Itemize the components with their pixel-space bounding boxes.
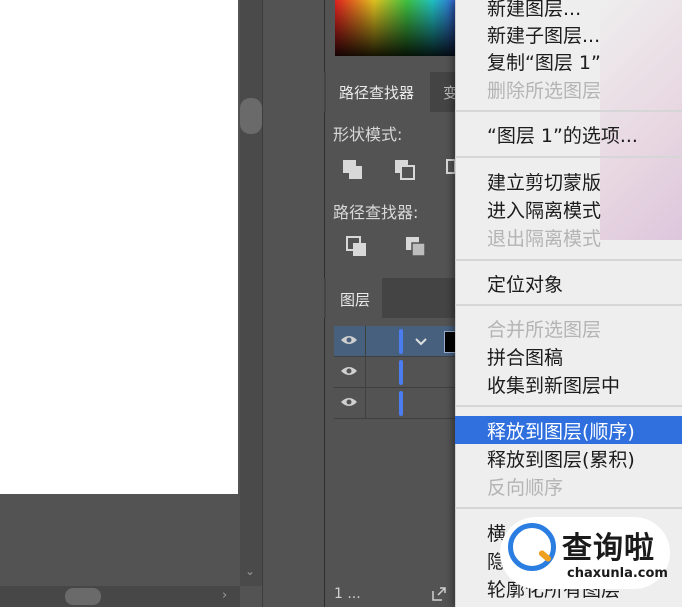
- pathfinders-label: 路径查找器:: [333, 203, 419, 222]
- horizontal-scrollbar-thumb[interactable]: [65, 588, 101, 605]
- menu-item-release-to-layers-sequence[interactable]: 释放到图层(顺序): [487, 417, 635, 444]
- menu-separator: [455, 507, 682, 509]
- menu-separator: [455, 110, 682, 112]
- layer-column-divider: [365, 357, 366, 387]
- divide-icon[interactable]: [345, 235, 369, 259]
- export-icon[interactable]: [430, 585, 448, 603]
- eye-icon[interactable]: [340, 396, 358, 408]
- watermark-url: chaxunla.com: [567, 566, 668, 581]
- watermark-logo-icon: [508, 523, 556, 571]
- chevron-down-icon[interactable]: [414, 334, 428, 348]
- scroll-down-arrow-icon[interactable]: ⌄: [245, 564, 255, 578]
- layer-color-bar: [399, 391, 403, 416]
- unite-icon[interactable]: [341, 158, 365, 182]
- menu-separator: [455, 405, 682, 407]
- menu-item-collect-in-new-layer[interactable]: 收集到新图层中: [487, 371, 620, 398]
- menu-item-reverse-order[interactable]: 反向顺序: [487, 473, 563, 500]
- vertical-scrollbar-thumb[interactable]: [240, 98, 262, 134]
- artboard[interactable]: [0, 0, 238, 494]
- menu-item-exit-isolation-mode[interactable]: 退出隔离模式: [487, 224, 601, 251]
- watermark-text: 查询啦: [562, 531, 655, 566]
- menu-separator: [455, 304, 682, 306]
- menu-item-new-layer[interactable]: 新建图层...: [487, 0, 581, 21]
- tab-layers-label[interactable]: 图层: [340, 289, 370, 310]
- vertical-scrollbar[interactable]: [240, 0, 262, 586]
- menu-item-make-clipping-mask[interactable]: 建立剪切蒙版: [487, 168, 601, 195]
- layer-color-bar: [399, 329, 403, 354]
- layer-color-bar: [399, 360, 403, 385]
- layer-column-divider: [365, 388, 366, 418]
- menu-item-release-to-layers-build[interactable]: 释放到图层(累积): [487, 445, 635, 472]
- eye-icon[interactable]: [340, 334, 358, 346]
- menu-item-new-sublayer[interactable]: 新建子图层...: [487, 21, 600, 48]
- layer-row[interactable]: [334, 326, 464, 357]
- menu-item-layer-options[interactable]: “图层 1”的选项...: [487, 121, 638, 148]
- menu-item-merge-selected[interactable]: 合并所选图层: [487, 315, 601, 342]
- menu-item-duplicate-layer[interactable]: 复制“图层 1”: [487, 48, 601, 75]
- trim-icon[interactable]: [404, 235, 428, 259]
- menu-separator: [455, 156, 682, 158]
- color-spectrum-picker[interactable]: [335, 0, 465, 56]
- layer-column-divider: [365, 326, 366, 356]
- menu-item-flatten-artwork[interactable]: 拼合图稿: [487, 343, 563, 370]
- horizontal-scrollbar[interactable]: [0, 586, 240, 607]
- shape-modes-label: 形状模式:: [333, 125, 403, 144]
- dock-divider: [262, 0, 325, 607]
- minus-front-icon[interactable]: [393, 158, 417, 182]
- layers-count: 1 ...: [334, 586, 361, 602]
- menu-separator: [455, 259, 682, 261]
- menu-item-delete-selected-layers[interactable]: 删除所选图层: [487, 76, 601, 103]
- menu-item-enter-isolation-mode[interactable]: 进入隔离模式: [487, 196, 601, 223]
- menu-item-locate-object[interactable]: 定位对象: [487, 270, 563, 297]
- menu-background-tint: [600, 0, 682, 240]
- eye-icon[interactable]: [340, 365, 358, 377]
- scroll-right-arrow-icon[interactable]: ›: [222, 588, 227, 603]
- layer-row[interactable]: [334, 357, 464, 388]
- layer-row[interactable]: [334, 388, 464, 419]
- tab-pathfinder-label[interactable]: 路径查找器: [339, 82, 414, 103]
